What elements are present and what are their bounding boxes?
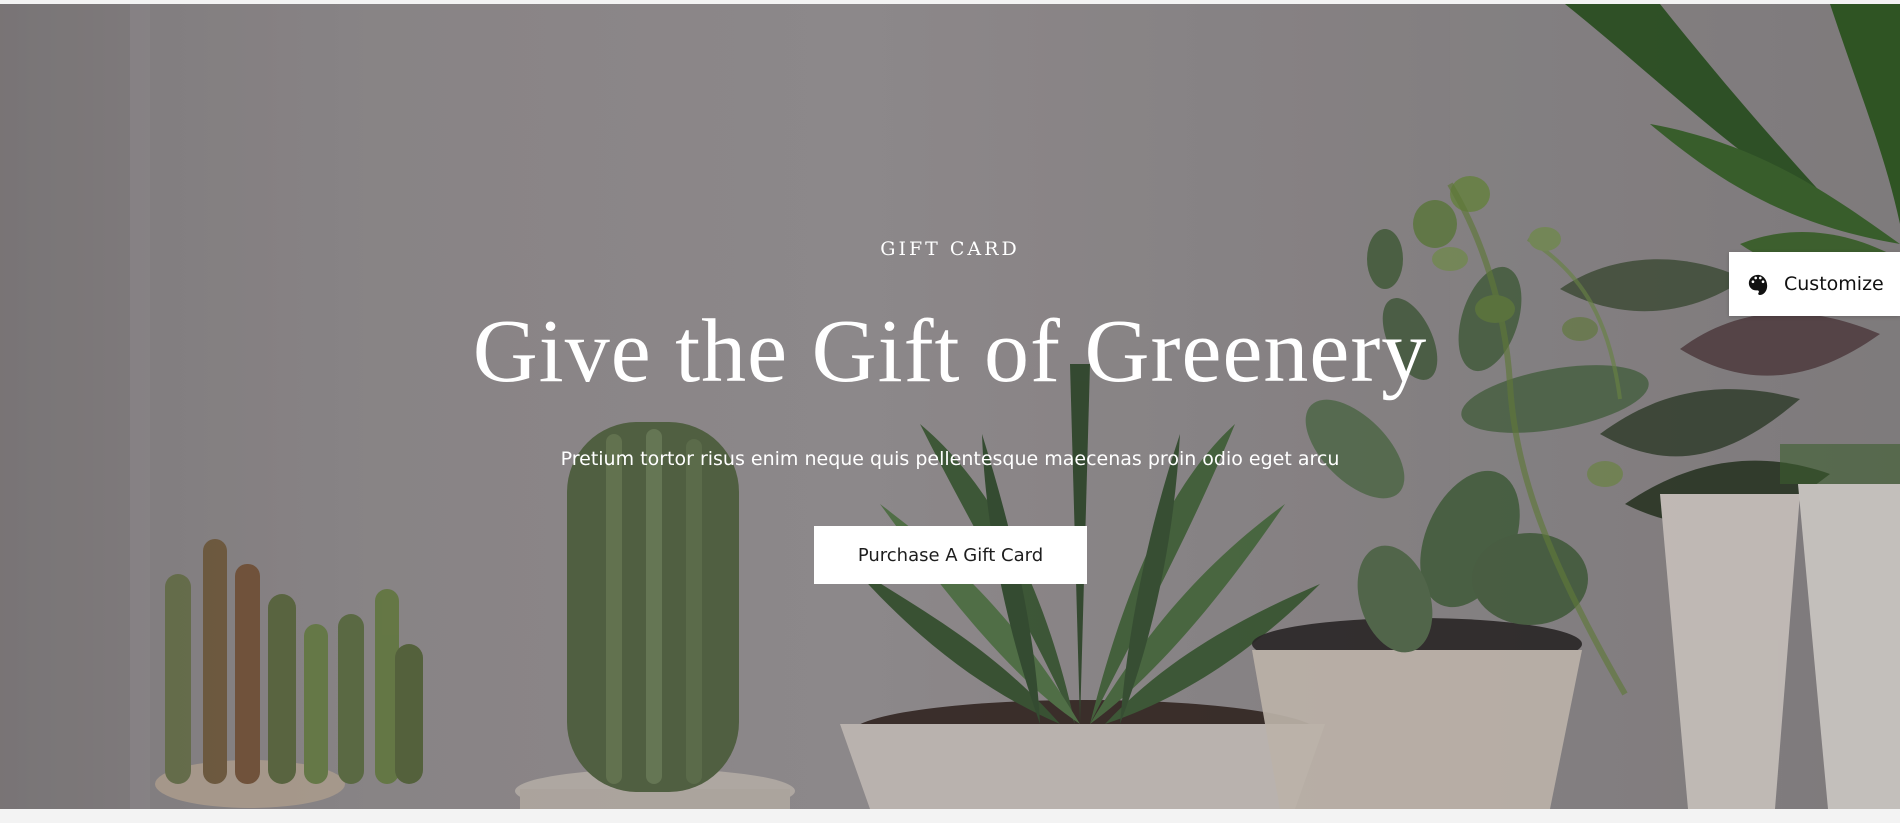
purchase-gift-card-button[interactable]: Purchase A Gift Card (814, 526, 1087, 584)
hero-title: Give the Gift of Greenery (472, 302, 1428, 401)
gift-card-eyebrow: GIFT CARD (880, 238, 1020, 260)
hero-subtitle: Pretium tortor risus enim neque quis pel… (560, 448, 1340, 470)
cactus-center (515, 422, 795, 809)
cactus-left (155, 539, 423, 808)
palette-icon (1747, 273, 1769, 295)
hero-background-image (0, 4, 1900, 809)
succulent-center (840, 364, 1325, 809)
page-bottom-strip (0, 809, 1900, 823)
hero-section: GIFT CARD Give the Gift of Greenery Pret… (0, 4, 1900, 809)
customize-label: Customize (1784, 273, 1884, 295)
customize-button[interactable]: Customize (1729, 252, 1900, 316)
